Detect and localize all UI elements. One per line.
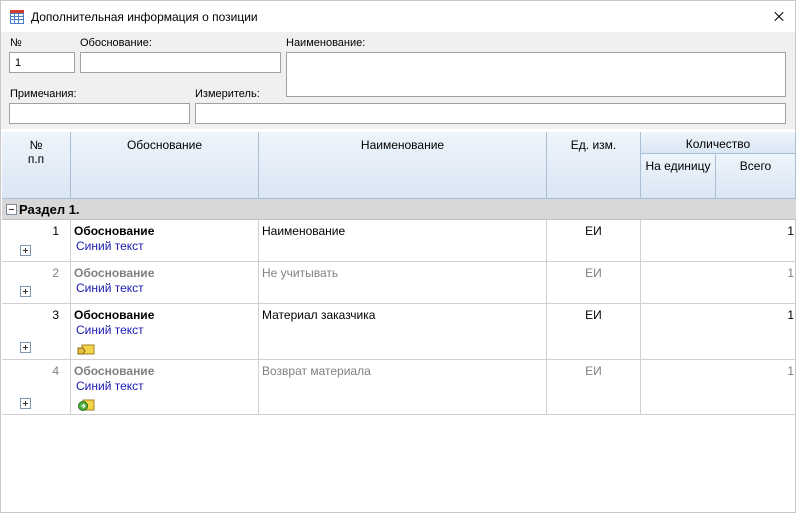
table-row[interactable]: 3 Обоснование Синий текст Материал заказ… — [2, 304, 796, 360]
cell-name: Материал заказчика — [259, 304, 547, 359]
cell-unit: ЕИ — [547, 220, 641, 261]
position-form: № Обоснование: Наименование: Примечания:… — [1, 32, 795, 129]
section-row[interactable]: Раздел 1. — [2, 199, 796, 220]
expand-icon[interactable] — [20, 286, 31, 297]
table-row[interactable]: 2 Обоснование Синий текст Не учитывать Е… — [2, 262, 796, 304]
cell-unit: ЕИ — [547, 360, 641, 414]
expand-icon[interactable] — [20, 245, 31, 256]
close-icon[interactable] — [761, 1, 795, 32]
notes-label: Примечания: — [10, 88, 77, 100]
column-header-basis[interactable]: Обоснование — [71, 132, 259, 199]
column-header-unit[interactable]: Ед. изм. — [547, 132, 641, 199]
cell-quantity: 1 — [787, 224, 794, 238]
section-label: Раздел 1. — [19, 202, 80, 217]
unit-field[interactable] — [195, 103, 786, 124]
material-return-icon — [78, 399, 95, 411]
cell-quantity: 1 — [787, 308, 794, 322]
cell-number: 1 — [2, 220, 71, 261]
column-header-qty-per-unit[interactable]: На единицу — [641, 154, 716, 199]
cell-number: 4 — [2, 360, 71, 414]
cell-quantity: 1 — [787, 364, 794, 378]
cell-number: 3 — [2, 304, 71, 359]
collapse-icon[interactable] — [6, 204, 17, 215]
basis-label: Обоснование: — [80, 37, 152, 49]
number-label: № — [10, 37, 22, 49]
cell-quantity: 1 — [787, 266, 794, 280]
table-row[interactable]: 4 Обоснование Синий текст Возврат матери… — [2, 360, 796, 415]
notes-field[interactable] — [9, 103, 190, 124]
positions-grid: № п.п Обоснование Наименование Ед. изм. … — [2, 132, 796, 415]
column-header-quantity[interactable]: Количество — [641, 132, 796, 154]
cell-name: Не учитывать — [259, 262, 547, 303]
cell-basis: Обоснование Синий текст — [71, 360, 259, 414]
table-grid-icon — [10, 10, 24, 24]
cell-basis: Обоснование Синий текст — [71, 220, 259, 261]
expand-icon[interactable] — [20, 398, 31, 409]
cell-number: 2 — [2, 262, 71, 303]
customer-material-icon — [77, 344, 95, 355]
cell-name: Наименование — [259, 220, 547, 261]
window-title: Дополнительная информация о позиции — [31, 10, 258, 24]
cell-name: Возврат материала — [259, 360, 547, 414]
name-field[interactable] — [286, 52, 786, 97]
table-row[interactable]: 1 Обоснование Синий текст Наименование Е… — [2, 220, 796, 262]
title-bar: Дополнительная информация о позиции — [1, 1, 795, 32]
cell-unit: ЕИ — [547, 304, 641, 359]
expand-icon[interactable] — [20, 342, 31, 353]
position-info-dialog: Дополнительная информация о позиции № Об… — [0, 0, 796, 513]
name-label: Наименование: — [286, 37, 366, 49]
cell-basis: Обоснование Синий текст — [71, 304, 259, 359]
column-header-number[interactable]: № п.п — [2, 132, 71, 199]
basis-field[interactable] — [80, 52, 281, 73]
unit-label: Измеритель: — [195, 88, 260, 100]
cell-unit: ЕИ — [547, 262, 641, 303]
number-field[interactable] — [9, 52, 75, 73]
column-header-qty-total[interactable]: Всего — [716, 154, 796, 199]
cell-basis: Обоснование Синий текст — [71, 262, 259, 303]
column-header-name[interactable]: Наименование — [259, 132, 547, 199]
